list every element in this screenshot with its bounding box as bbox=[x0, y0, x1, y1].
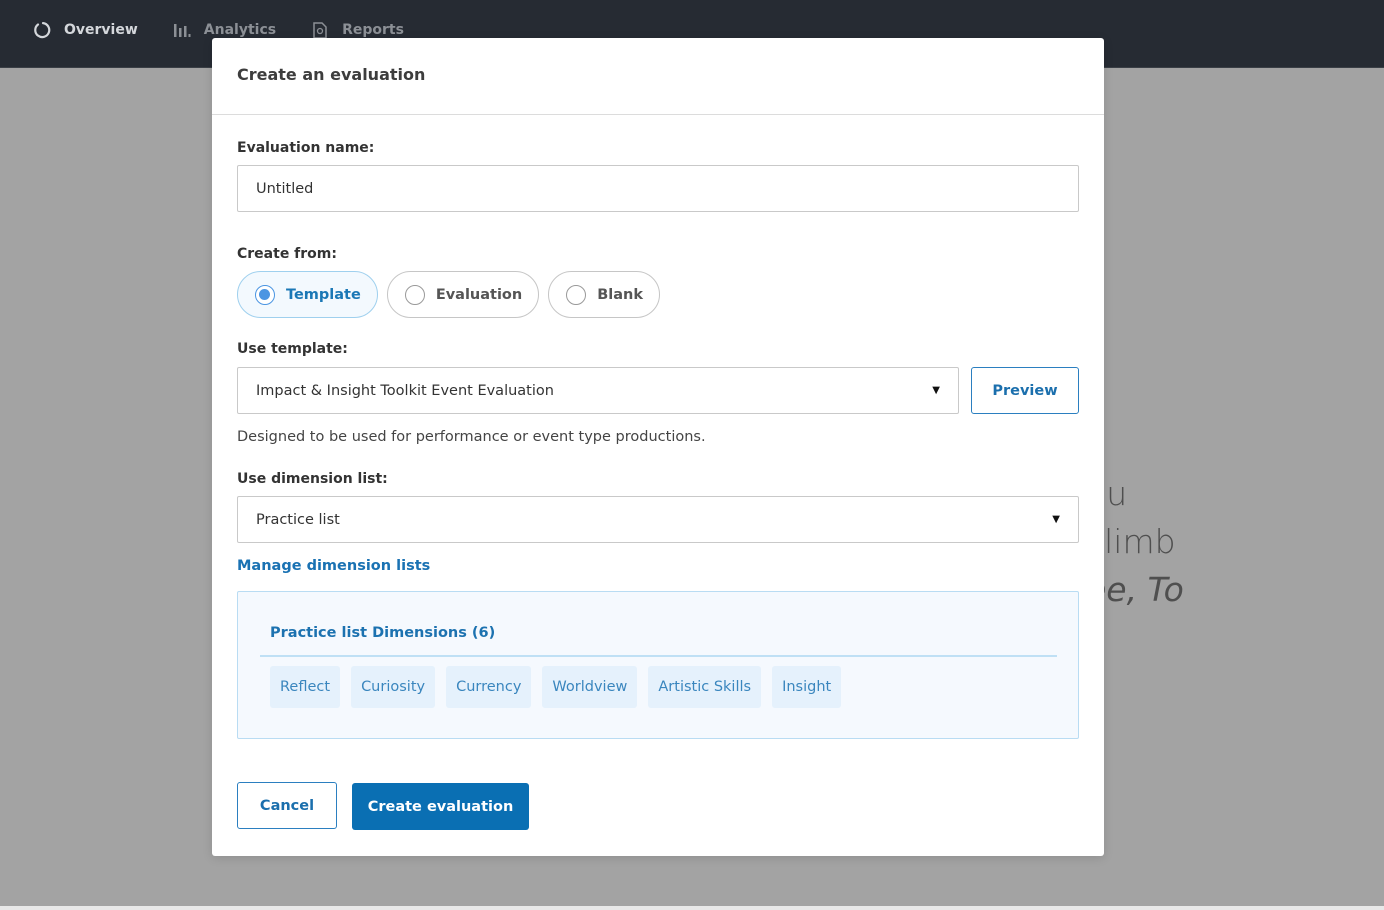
background-text-line: ee, To bbox=[1104, 566, 1384, 614]
use-template-label: Use template: bbox=[237, 341, 348, 357]
radio-label: Evaluation bbox=[435, 286, 523, 303]
dimension-chip: Insight bbox=[772, 666, 842, 708]
dimensions-panel: Practice list Dimensions (6) Reflect Cur… bbox=[237, 591, 1079, 739]
dimensions-title: Practice list Dimensions (6) bbox=[270, 625, 496, 641]
radio-template[interactable]: Template bbox=[237, 271, 378, 318]
document-icon bbox=[310, 20, 330, 40]
template-description: Designed to be used for performance or e… bbox=[237, 429, 706, 445]
create-evaluation-dialog: Create an evaluation Evaluation name: Un… bbox=[212, 38, 1104, 856]
evaluation-name-label: Evaluation name: bbox=[237, 140, 375, 156]
radio-selected-icon bbox=[255, 284, 275, 305]
create-from-label: Create from: bbox=[237, 246, 337, 262]
refresh-circle-icon bbox=[32, 20, 52, 40]
radio-unselected-icon bbox=[404, 284, 425, 305]
caret-down-icon: ▼ bbox=[932, 385, 940, 396]
dimension-chip: Reflect bbox=[270, 666, 341, 708]
dialog-title: Create an evaluation bbox=[237, 65, 426, 84]
background-text-fragment: ee, bbox=[1104, 570, 1138, 609]
background-text-line: climb bbox=[1104, 522, 1176, 561]
create-from-radio-group: Template Evaluation Blank bbox=[237, 271, 669, 318]
nav-item-overview[interactable]: Overview bbox=[32, 20, 138, 40]
evaluation-name-input[interactable]: Untitled bbox=[237, 165, 1079, 212]
radio-label: Template bbox=[286, 286, 361, 303]
template-select-value: Impact & Insight Toolkit Event Evaluatio… bbox=[256, 382, 554, 399]
dimension-chip: Curiosity bbox=[351, 666, 436, 708]
evaluation-name-value: Untitled bbox=[256, 180, 314, 197]
page-bottom-edge bbox=[0, 906, 1384, 910]
dimensions-divider bbox=[260, 655, 1057, 657]
use-dimension-list-label: Use dimension list: bbox=[237, 471, 388, 487]
template-select[interactable]: Impact & Insight Toolkit Event Evaluatio… bbox=[237, 367, 959, 414]
dimension-chip: Worldview bbox=[542, 666, 638, 708]
dimension-chips: Reflect Curiosity Currency Worldview Art… bbox=[270, 666, 852, 708]
radio-blank[interactable]: Blank bbox=[548, 271, 660, 318]
manage-dimension-lists-link[interactable]: Manage dimension lists bbox=[237, 558, 430, 574]
radio-evaluation[interactable]: Evaluation bbox=[386, 271, 540, 318]
radio-unselected-icon bbox=[566, 284, 587, 305]
background-page-content: ou climb ee, To bbox=[1104, 470, 1384, 614]
nav-item-reports[interactable]: Reports bbox=[310, 20, 404, 40]
radio-label: Blank bbox=[597, 286, 643, 303]
nav-item-label: Overview bbox=[64, 22, 138, 38]
create-evaluation-button[interactable]: Create evaluation bbox=[352, 783, 529, 830]
main-nav: Overview Analytics Reports bbox=[32, 20, 438, 40]
background-text-line: ou bbox=[1104, 474, 1128, 513]
dimension-chip: Artistic Skills bbox=[648, 666, 762, 708]
dimension-list-select-value: Practice list bbox=[256, 511, 340, 528]
cancel-button[interactable]: Cancel bbox=[237, 782, 337, 829]
dimension-list-select[interactable]: Practice list ▼ bbox=[237, 496, 1079, 543]
preview-button[interactable]: Preview bbox=[971, 367, 1079, 414]
nav-item-label: Reports bbox=[342, 22, 404, 38]
dimension-chip: Currency bbox=[446, 666, 532, 708]
caret-down-icon: ▼ bbox=[1052, 514, 1060, 525]
background-text-italic: To bbox=[1147, 570, 1184, 609]
bar-chart-icon bbox=[172, 20, 192, 40]
nav-item-analytics[interactable]: Analytics bbox=[172, 20, 276, 40]
nav-item-label: Analytics bbox=[203, 22, 277, 38]
dialog-header: Create an evaluation bbox=[212, 38, 1104, 115]
